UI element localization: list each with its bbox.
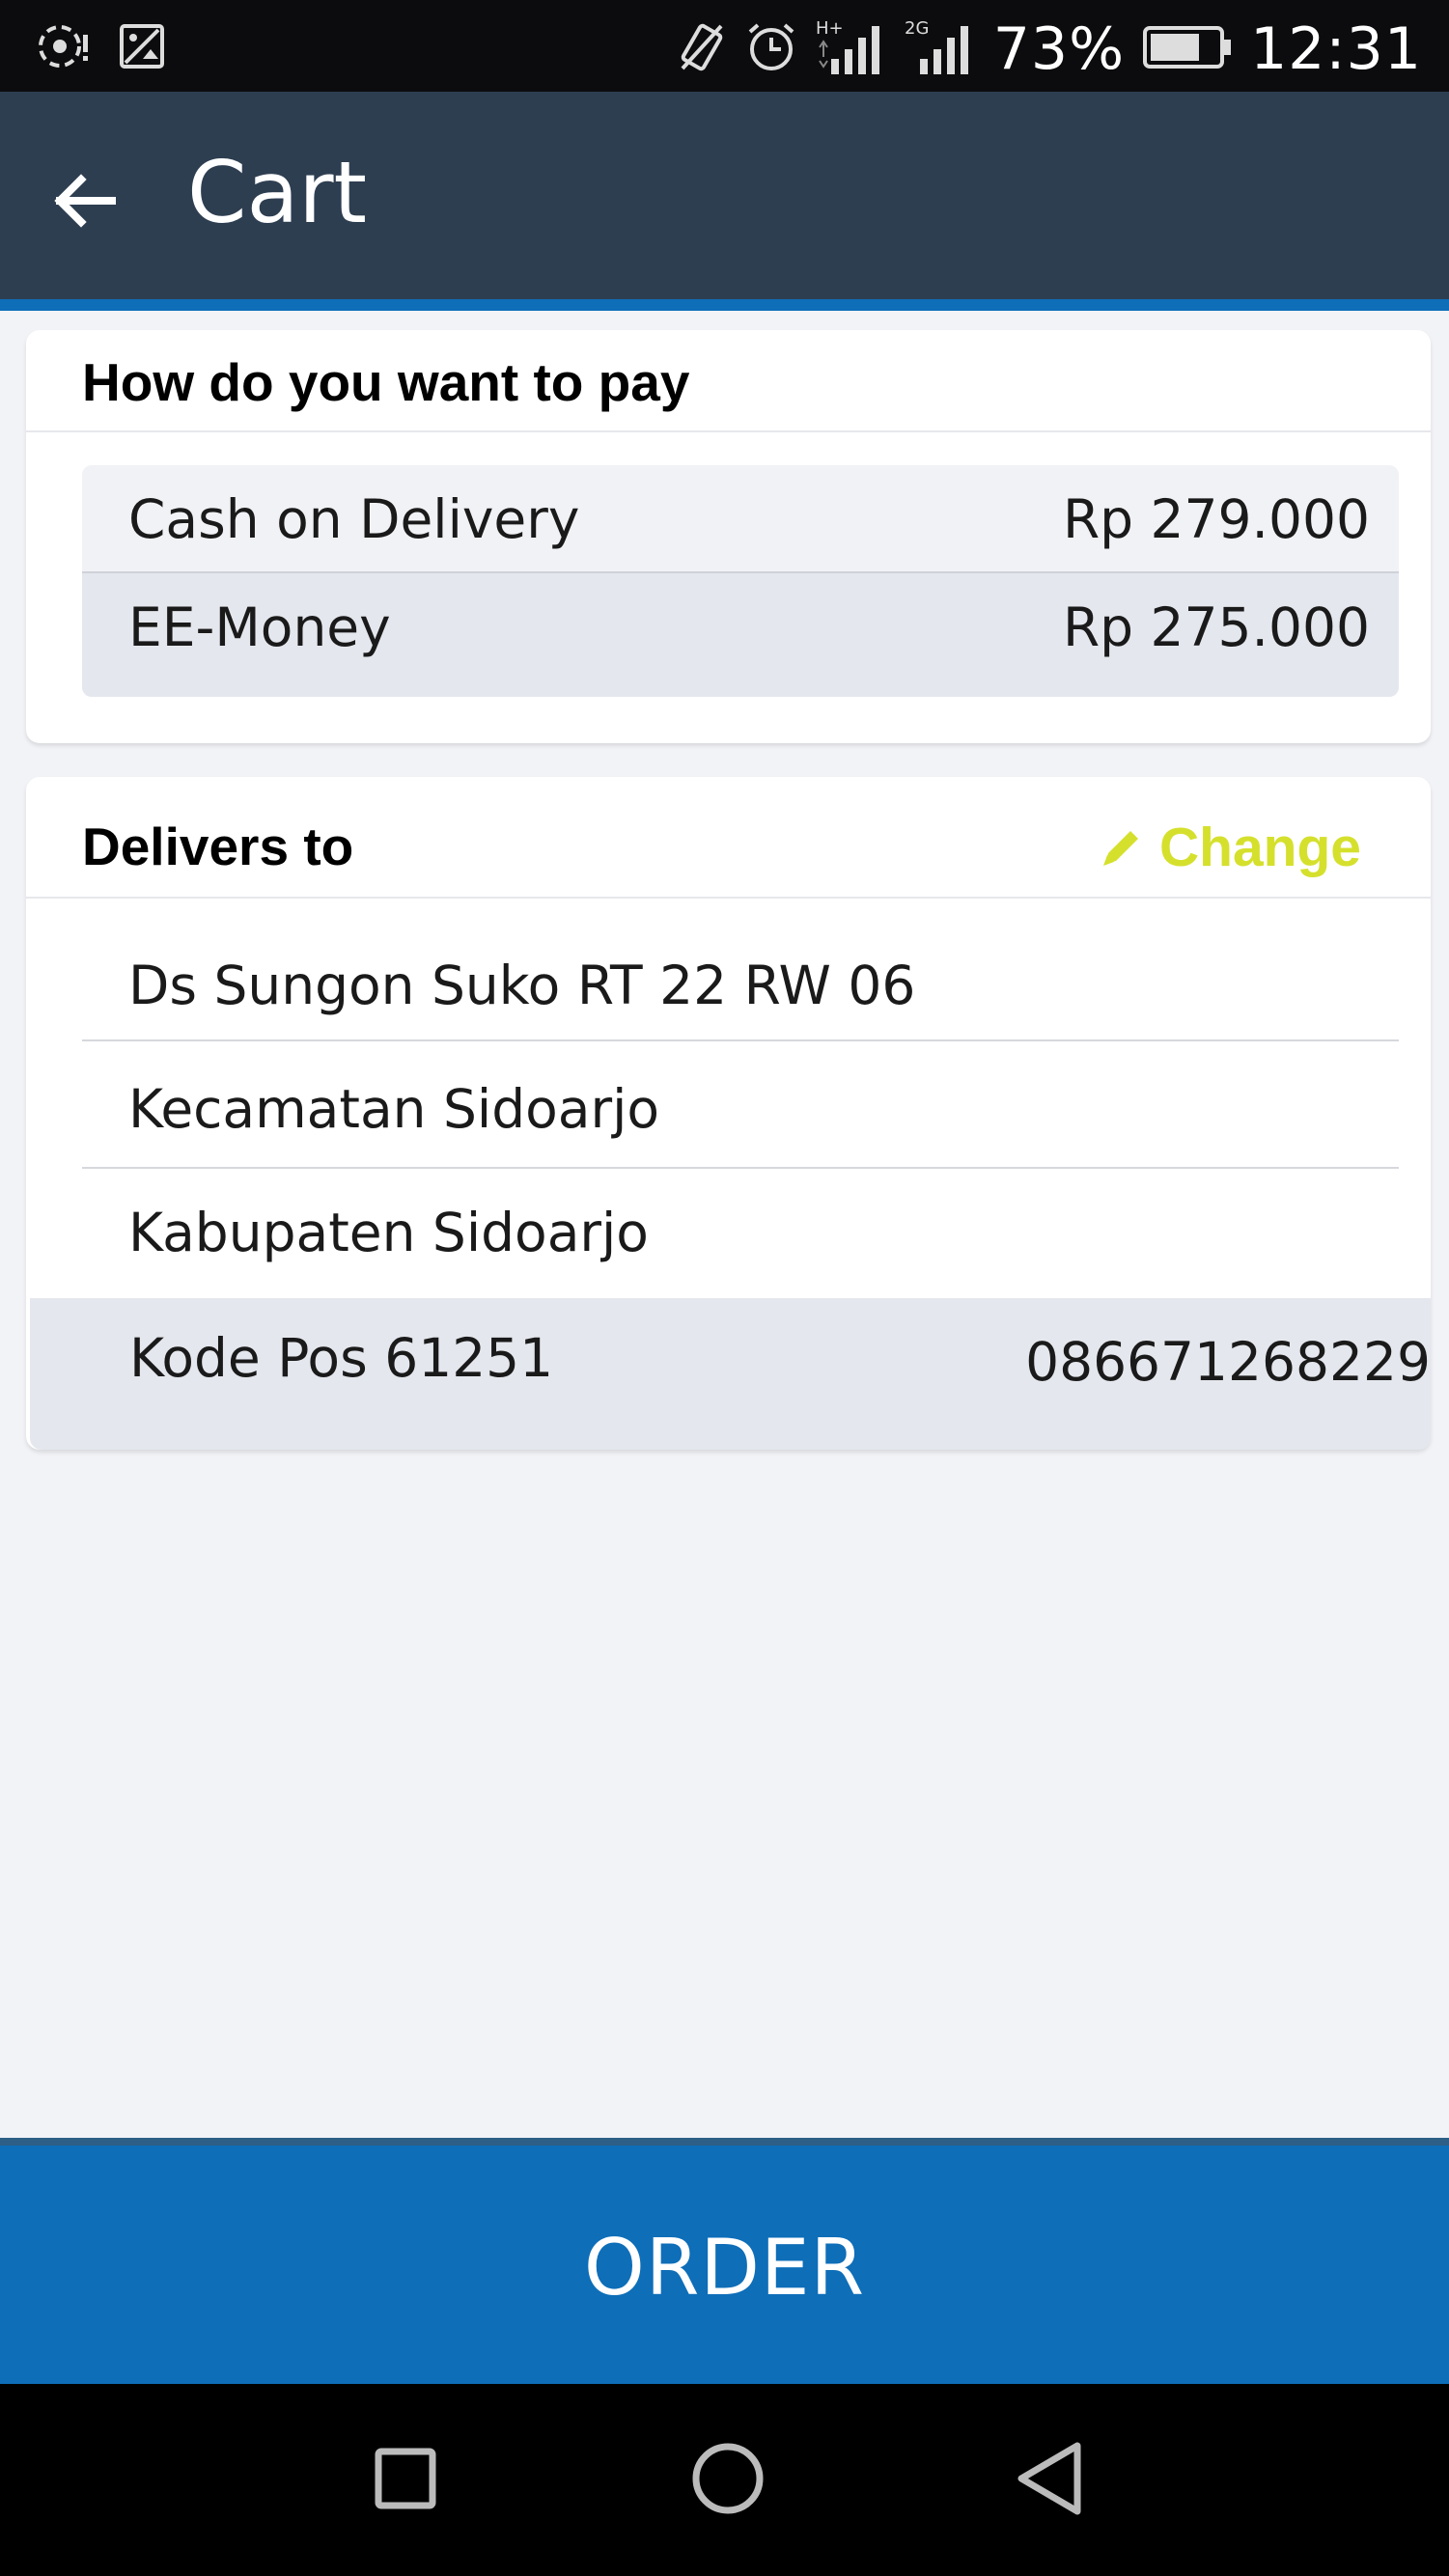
payment-option-label: EE-Money	[128, 596, 391, 658]
payment-option-label: Cash on Delivery	[128, 488, 580, 550]
nav-back-button[interactable]	[994, 2421, 1110, 2536]
payment-options: Cash on Delivery Rp 279.000 EE-Money Rp …	[82, 465, 1399, 697]
signal-icon: H+	[816, 18, 887, 81]
clock: 12:31	[1250, 15, 1422, 83]
home-button[interactable]	[670, 2421, 786, 2536]
app-bar-accent	[0, 299, 1449, 311]
address-line: Ds Sungon Suko RT 22 RW 06	[82, 916, 1399, 1041]
recents-square-icon	[375, 2448, 436, 2509]
order-bar-border	[0, 2138, 1449, 2146]
payment-heading: How do you want to pay	[82, 352, 690, 412]
payment-option-cash-on-delivery[interactable]: Cash on Delivery Rp 279.000	[82, 465, 1399, 579]
divider	[26, 897, 1431, 899]
location-icon	[37, 21, 91, 76]
back-button[interactable]	[48, 164, 122, 237]
delivery-heading: Delivers to	[82, 817, 354, 876]
payment-card: How do you want to pay Cash on Delivery …	[26, 330, 1431, 743]
system-nav-bar	[0, 2384, 1449, 2576]
status-icons-left	[37, 21, 166, 76]
address-text: Kecamatan Sidoarjo	[128, 1078, 659, 1140]
alarm-icon	[744, 20, 798, 79]
back-triangle-icon	[1017, 2442, 1081, 2515]
image-icon	[118, 22, 166, 75]
address-text: Ds Sungon Suko RT 22 RW 06	[128, 955, 916, 1016]
order-label: ORDER	[583, 2223, 866, 2313]
address-line: Kabupaten Sidoarjo	[82, 1171, 1399, 1296]
back-arrow-icon	[54, 174, 116, 228]
change-address-button[interactable]: Change	[1100, 816, 1361, 879]
pencil-icon	[1102, 831, 1138, 866]
phone-number: 086671268229	[1025, 1331, 1431, 1393]
order-button[interactable]: ORDER	[0, 2146, 1449, 2384]
payment-option-amount: Rp 279.000	[1062, 488, 1370, 550]
status-icons-right: H+ 2G 73% 12:31	[677, 15, 1422, 83]
battery-percent: 73%	[992, 15, 1126, 83]
battery-icon	[1142, 25, 1233, 74]
recents-button[interactable]	[348, 2421, 463, 2536]
vibrate-icon	[677, 20, 727, 79]
network-type-label: 2G	[905, 18, 929, 39]
address-footer: Kode Pos 61251 086671268229	[30, 1298, 1431, 1450]
payment-option-amount: Rp 275.000	[1062, 596, 1370, 658]
change-label: Change	[1158, 817, 1361, 878]
address-line: Kecamatan Sidoarjo	[82, 1043, 1399, 1169]
status-bar: H+ 2G 73% 12:31	[0, 0, 1449, 92]
postcode: Kode Pos 61251	[129, 1327, 554, 1389]
network-type-label: H+	[816, 18, 844, 39]
delivery-card: Delivers to Change Ds Sungon Suko RT 22 …	[26, 777, 1431, 1450]
divider	[26, 430, 1431, 432]
address-text: Kabupaten Sidoarjo	[128, 1202, 649, 1263]
page-title: Cart	[187, 143, 368, 242]
signal-icon: 2G	[905, 18, 976, 81]
home-circle-icon	[692, 2443, 764, 2514]
payment-option-ee-money[interactable]: EE-Money Rp 275.000	[82, 571, 1399, 697]
